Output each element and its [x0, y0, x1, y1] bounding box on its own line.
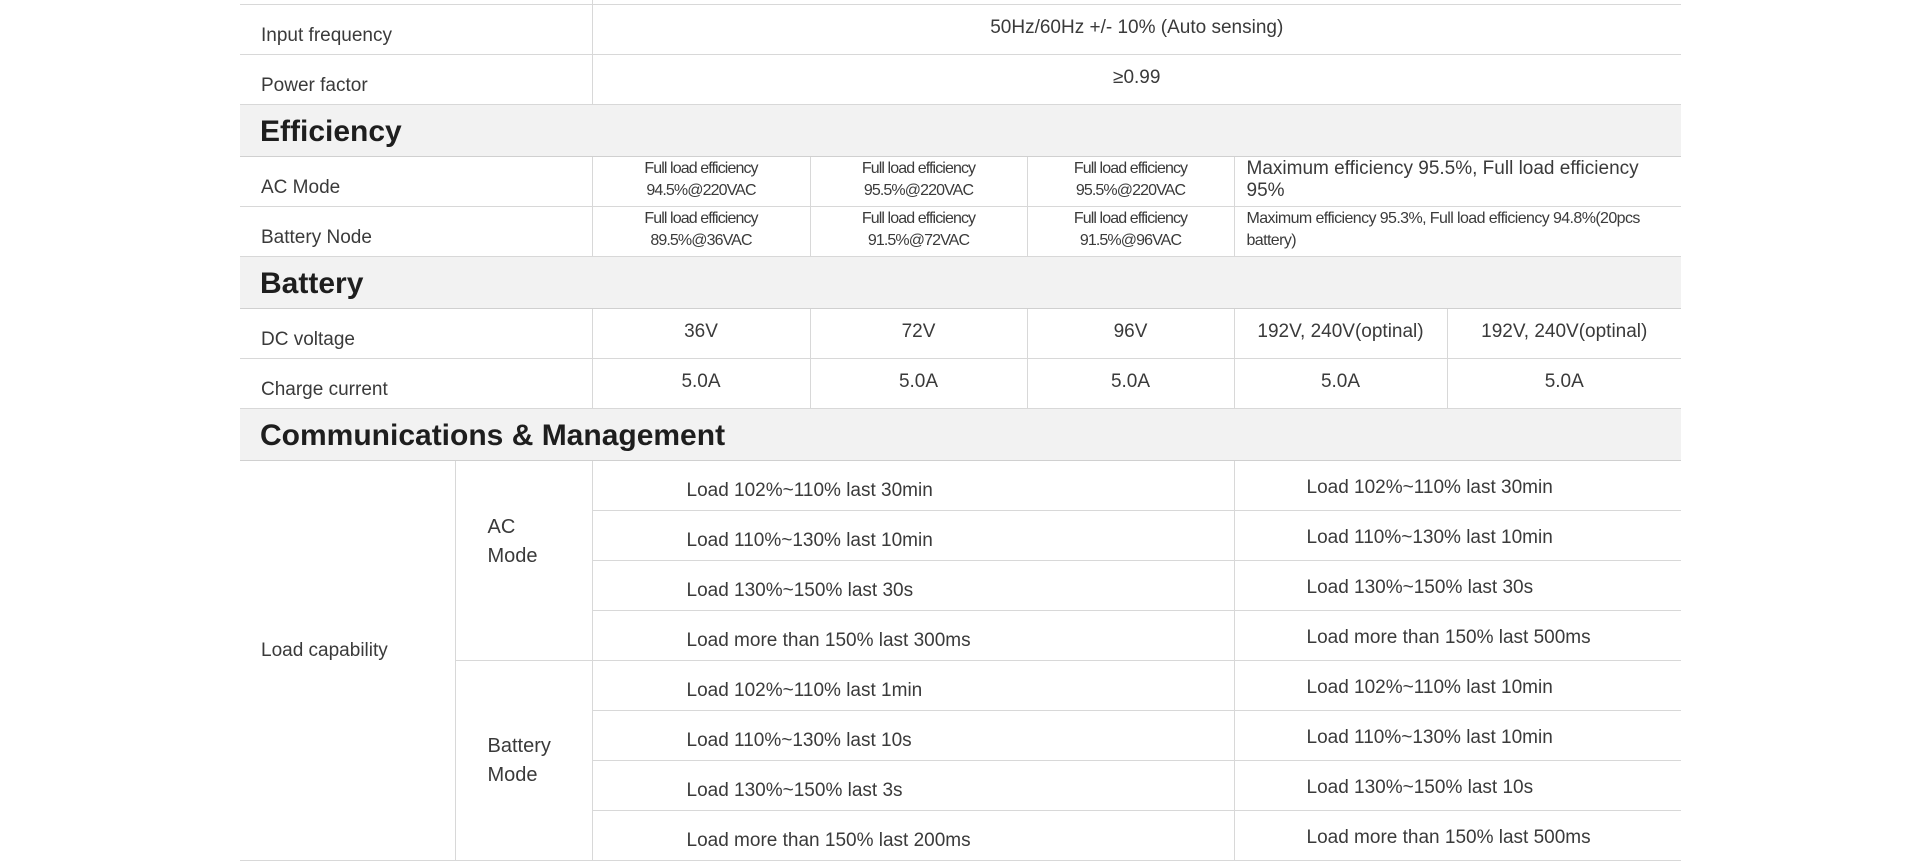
section-title: Battery	[240, 256, 1681, 309]
cell-value: ≥0.99	[591, 54, 1681, 105]
cell-value: Load more than 150% last 200ms	[591, 810, 1234, 861]
sub-label-ac-mode: AC Mode	[454, 460, 593, 661]
row-label: AC Mode	[240, 156, 593, 207]
cell-value: Load 110%~130% last 10min	[1233, 710, 1681, 761]
table-row-load-ac-1: Load capability AC Mode Load 102%~110% la…	[240, 460, 1681, 861]
cell-value: 192V, 240V(optinal)	[1233, 308, 1447, 359]
row-label: Charge current	[240, 358, 593, 409]
cell-value: 5.0A	[1446, 358, 1681, 409]
cell-value: Load 130%~150% last 3s	[591, 760, 1234, 811]
spec-table-grid: Input frequency 50Hz/60Hz +/- 10% (Auto …	[240, 0, 1681, 861]
cell-value: 72V	[809, 308, 1027, 359]
cell-value: Load 102%~110% last 1min	[591, 660, 1234, 711]
cell-value: Load more than 150% last 300ms	[591, 610, 1234, 661]
cell-value: Maximum efficiency 95.3%, Full load effi…	[1233, 206, 1681, 257]
row-label: DC voltage	[240, 308, 593, 359]
cell-value: Load 110%~130% last 10min	[591, 510, 1234, 561]
cell-value: Full load efficiency 89.5%@36VAC	[591, 206, 810, 257]
sub-label-battery-mode: Battery Mode	[454, 660, 593, 861]
cell-value: Full load efficiency 95.5%@220VAC	[1026, 156, 1234, 207]
cell-value: Load 102%~110% last 30min	[591, 460, 1234, 511]
row-label: Power factor	[240, 54, 593, 105]
cell-value: 5.0A	[591, 358, 810, 409]
cell-value: Load 110%~130% last 10min	[1233, 510, 1681, 561]
cell-value: 96V	[1026, 308, 1234, 359]
row-label: Input frequency	[240, 4, 593, 55]
cell-value: Full load efficiency 91.5%@96VAC	[1026, 206, 1234, 257]
cell-value: Load 130%~150% last 30s	[591, 560, 1234, 611]
section-title: Communications & Management	[240, 408, 1681, 461]
cell-value: 5.0A	[809, 358, 1027, 409]
row-label-load-capability: Load capability	[240, 460, 455, 861]
section-title: Efficiency	[240, 104, 1681, 157]
cell-value: Load 102%~110% last 10min	[1233, 660, 1681, 711]
cell-value: Load more than 150% last 500ms	[1233, 610, 1681, 661]
table-row-power-factor: Power factor ≥0.99	[240, 54, 1681, 105]
cell-value: Maximum efficiency 95.5%, Full load effi…	[1233, 156, 1681, 207]
section-row-battery: Battery	[240, 256, 1681, 309]
table-row-battery-node: Battery Node Full load efficiency 89.5%@…	[240, 206, 1681, 257]
cell-value: Full load efficiency 95.5%@220VAC	[809, 156, 1027, 207]
table-row-input-frequency: Input frequency 50Hz/60Hz +/- 10% (Auto …	[240, 4, 1681, 55]
spec-table: Input frequency 50Hz/60Hz +/- 10% (Auto …	[240, 0, 1681, 861]
cell-value: Load 130%~150% last 30s	[1233, 560, 1681, 611]
cell-value: Load more than 150% last 500ms	[1233, 810, 1681, 861]
cell-value: Load 110%~130% last 10s	[591, 710, 1234, 761]
table-row-ac-mode: AC Mode Full load efficiency 94.5%@220VA…	[240, 156, 1681, 207]
cell-value: 36V	[591, 308, 810, 359]
table-row-dc-voltage: DC voltage 36V 72V 96V 192V, 240V(optina…	[240, 308, 1681, 359]
section-row-communications: Communications & Management	[240, 408, 1681, 461]
cell-value: 50Hz/60Hz +/- 10% (Auto sensing)	[591, 4, 1681, 55]
table-row-charge-current: Charge current 5.0A 5.0A 5.0A 5.0A 5.0A	[240, 358, 1681, 409]
cell-value: Full load efficiency 91.5%@72VAC	[809, 206, 1027, 257]
cell-value: 5.0A	[1026, 358, 1234, 409]
section-row-efficiency: Efficiency	[240, 104, 1681, 157]
sub-label-line: Mode	[487, 763, 538, 786]
cell-value: 192V, 240V(optinal)	[1446, 308, 1681, 359]
cell-value: Load 102%~110% last 30min	[1233, 460, 1681, 511]
cell-value: Load 130%~150% last 10s	[1233, 760, 1681, 811]
row-label: Battery Node	[240, 206, 593, 257]
sub-label-line: Mode	[487, 544, 538, 567]
cell-value: 5.0A	[1233, 358, 1447, 409]
sub-label-line: Battery	[487, 734, 551, 757]
table-row-load-battery-1: Battery Mode Load 102%~110% last 1min Loa…	[240, 660, 1681, 861]
cell-value: Full load efficiency 94.5%@220VAC	[591, 156, 810, 207]
sub-label-line: AC	[487, 515, 516, 538]
